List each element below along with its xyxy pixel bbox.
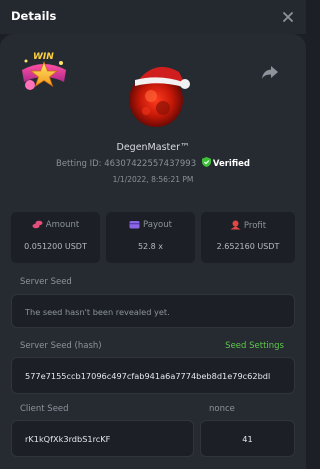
details-header: Details (0, 0, 306, 34)
wallet-icon (129, 221, 140, 229)
shield-check-icon (201, 157, 211, 167)
win-badge-text: WIN (33, 52, 54, 62)
window-title: Details (11, 9, 57, 23)
close-icon[interactable] (276, 5, 300, 29)
payout-stat: Payout 52.8 x (106, 212, 195, 263)
nonce-label: nonce (209, 404, 235, 414)
client-seed-field[interactable]: rK1kQfXk3rdbS1rcKF (11, 420, 194, 457)
amount-label: Amount (45, 220, 80, 230)
profit-label: Profit (243, 221, 267, 231)
server-seed-hash-label: Server Seed (hash) (20, 341, 102, 351)
avatar (129, 66, 190, 127)
bet-date: 1/1/2022, 8:56:21 PM (112, 175, 194, 184)
server-seed-label: Server Seed (20, 277, 72, 287)
client-seed-value: rK1kQfXk3rdbS1rcKF (25, 434, 111, 444)
payout-label: Payout (143, 220, 172, 230)
betting-id-line: Betting ID: 46307422557437993 Verified (0, 157, 306, 169)
profit-value: 2.652160 USDT (216, 242, 280, 251)
server-seed-value: The seed hasn't been revealed yet. (25, 307, 170, 317)
share-icon[interactable] (260, 62, 280, 82)
server-seed-hash-value: 577e7155ccb17096c497cfab941a6a7774beb8d1… (25, 371, 271, 381)
username: DegenMaster™ (116, 142, 190, 153)
payout-value: 52.8 x (137, 242, 164, 251)
profit-icon (230, 220, 241, 230)
betting-id: Betting ID: 46307422557437993 (56, 159, 197, 169)
coins-icon (32, 220, 43, 229)
client-seed-label: Client Seed (20, 404, 69, 414)
amount-stat: Amount 0.051200 USDT (11, 212, 100, 263)
server-seed-field: The seed hasn't been revealed yet. (11, 294, 295, 328)
nonce-value: 41 (242, 434, 253, 444)
server-seed-hash-field[interactable]: 577e7155ccb17096c497cfab941a6a7774beb8d1… (11, 357, 295, 394)
profit-stat: Profit 2.652160 USDT (201, 212, 295, 263)
nonce-field[interactable]: 41 (200, 420, 295, 457)
amount-value: 0.051200 USDT (24, 242, 87, 251)
verified-label: Verified (212, 159, 250, 169)
seed-settings-link[interactable]: Seed Settings (225, 341, 284, 351)
